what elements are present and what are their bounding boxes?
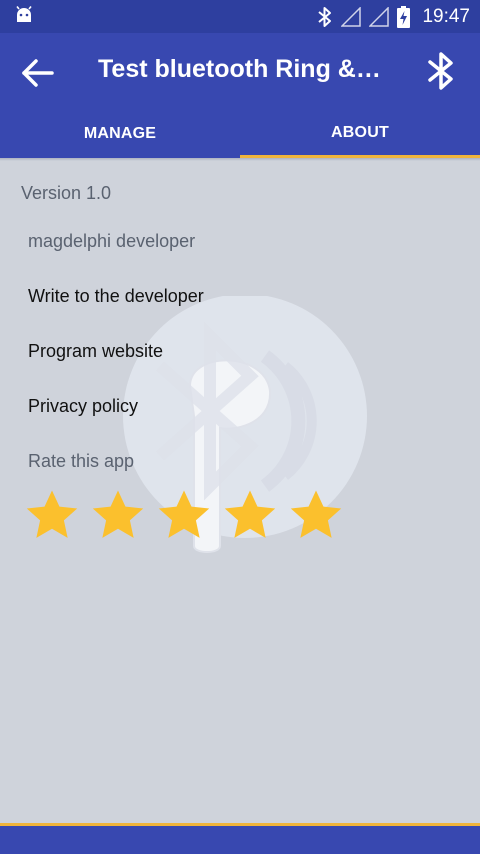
arrow-back-icon[interactable] <box>20 55 56 91</box>
rating-stars <box>24 487 344 543</box>
star-icon[interactable] <box>222 487 278 543</box>
about-content: Version 1.0 magdelphi developer Write to… <box>0 161 480 823</box>
tab-manage[interactable]: MANAGE <box>0 110 240 158</box>
battery-charging-icon <box>397 6 411 28</box>
bluetooth-icon <box>318 7 332 27</box>
toolbar: Test bluetooth Ring &… <box>0 33 480 110</box>
android-notification-icon <box>16 6 32 22</box>
bottom-bar <box>0 826 480 854</box>
star-icon[interactable] <box>156 487 212 543</box>
star-icon[interactable] <box>24 487 80 543</box>
tab-bar: MANAGE ABOUT <box>0 110 480 158</box>
privacy-policy-link[interactable]: Privacy policy <box>28 396 138 417</box>
program-website-link[interactable]: Program website <box>28 341 163 362</box>
developer-name: magdelphi developer <box>28 231 196 251</box>
version-text: Version 1.0 <box>21 183 112 203</box>
status-bar: 19:47 <box>0 0 480 33</box>
signal-icon <box>341 7 362 27</box>
status-time: 19:47 <box>422 6 470 27</box>
write-developer-link[interactable]: Write to the developer <box>28 286 204 307</box>
tab-about[interactable]: ABOUT <box>240 110 480 158</box>
page-title: Test bluetooth Ring &… <box>98 55 381 83</box>
star-icon[interactable] <box>90 487 146 543</box>
rate-app-label: Rate this app <box>28 451 135 471</box>
bluetooth-icon[interactable] <box>426 51 456 91</box>
star-icon[interactable] <box>288 487 344 543</box>
signal-icon <box>369 7 390 27</box>
